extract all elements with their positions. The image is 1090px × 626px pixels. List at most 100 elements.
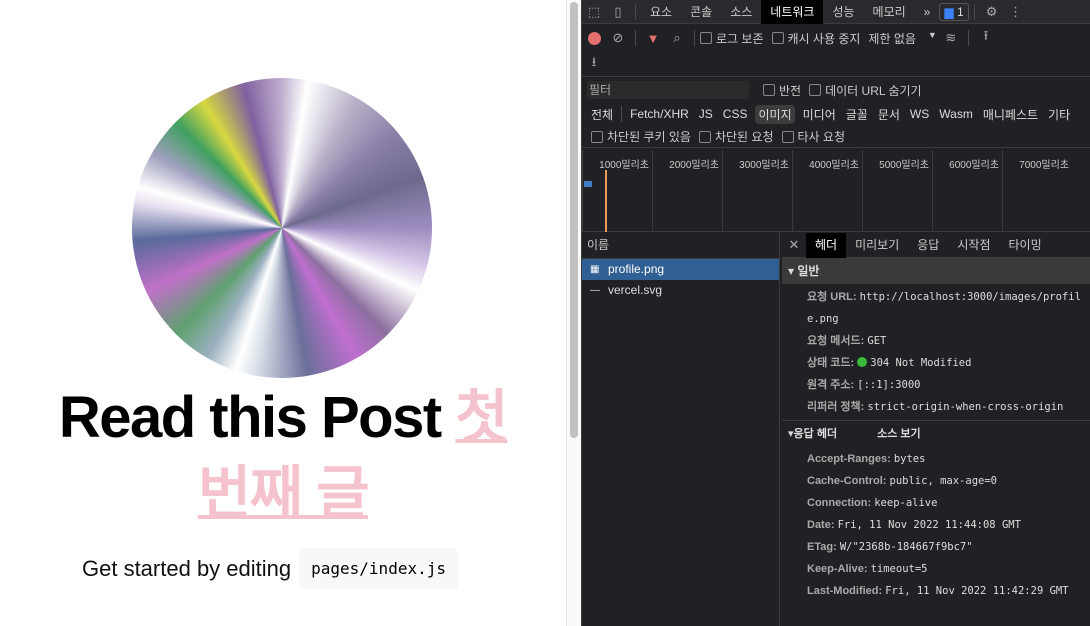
throttle-value: 제한 없음 — [868, 31, 916, 46]
request-name: profile.png — [608, 262, 665, 276]
label: 데이터 URL 숨기기 — [825, 83, 922, 98]
page-scrollbar[interactable] — [566, 0, 581, 626]
status-dot-icon — [857, 357, 868, 367]
hide-data-urls-checkbox[interactable]: 데이터 URL 숨기기 — [809, 82, 922, 99]
general-section: 요청 URL: http://localhost:3000/images/pro… — [782, 284, 1090, 420]
general-section-header[interactable]: ▾ 일반 — [782, 258, 1090, 284]
chevron-down-icon: ▼ — [927, 29, 937, 40]
request-row[interactable]: — vercel.svg — [582, 280, 779, 301]
network-overview-timeline[interactable]: 1000밀리초 2000밀리초 3000밀리초 4000밀리초 5000밀리초 6000밀… — [582, 150, 1090, 232]
tab-1[interactable]: 콘솔 — [681, 0, 721, 24]
upload-icon[interactable]: ⭱ — [978, 28, 994, 46]
label: 캐시 사용 중지 — [787, 31, 861, 46]
type-filter-3[interactable]: CSS — [721, 106, 750, 122]
detail-tab-1[interactable]: 미리보기 — [846, 233, 908, 258]
type-filter-5[interactable]: 미디어 — [801, 105, 838, 124]
header-row: Last-Modified: Fri, 11 Nov 2022 11:42:29… — [807, 580, 1087, 602]
type-filter-10[interactable]: 매니페스트 — [981, 105, 1040, 124]
devtools-tabbar: ⬚ ▯ 요소 콘솔 소스 네트워크 성능 메모리 » ▆ 1 ⚙ ⋮ — [582, 0, 1090, 24]
request-details: ✕ 헤더 미리보기 응답 시작점 타이밍 ▾ 일반 요청 URL: http://loca… — [782, 232, 1090, 626]
download-icon[interactable]: ⭳ — [586, 54, 602, 72]
invert-checkbox[interactable]: 반전 — [763, 82, 801, 99]
blocked-requests-checkbox[interactable]: 차단된 요청 — [698, 128, 774, 145]
filter-icon[interactable]: ▼ — [645, 30, 661, 46]
gear-icon[interactable]: ⚙ — [984, 4, 1000, 20]
devtools-panel: ⬚ ▯ 요소 콘솔 소스 네트워크 성능 메모리 » ▆ 1 ⚙ ⋮ ⊘ ▼ ⌕ 로그 보… — [581, 0, 1090, 626]
view-source-link[interactable]: 소스 보기 — [877, 428, 921, 440]
response-headers-header[interactable]: ▾응답 헤더 소스 보기 — [782, 420, 1090, 446]
type-filter-0[interactable]: 전체 — [589, 105, 615, 124]
network-conditions-icon[interactable]: ≋ — [943, 30, 959, 46]
filter-input[interactable]: 필터 — [587, 81, 749, 99]
header-value: GET — [867, 335, 887, 347]
tab-4[interactable]: 성능 — [823, 0, 863, 24]
type-filter-7[interactable]: 문서 — [876, 105, 902, 124]
blocked-row: 차단된 쿠키 있음 차단된 요청 타사 요청 — [582, 126, 1090, 148]
request-name: vercel.svg — [608, 283, 663, 297]
close-details-icon[interactable]: ✕ — [786, 237, 802, 253]
record-icon[interactable] — [586, 30, 602, 46]
request-list: 이름 ▦ profile.png — vercel.svg — [582, 233, 780, 626]
type-filter-4[interactable]: 이미지 — [755, 104, 795, 124]
scrollbar-thumb[interactable] — [570, 2, 578, 438]
profile-image — [132, 78, 432, 378]
blocked-cookies-checkbox[interactable]: 차단된 쿠키 있음 — [591, 128, 691, 145]
network-toolbar: ⊘ ▼ ⌕ 로그 보존 캐시 사용 중지 제한 없음 ▼ ≋ ⭱ — [582, 25, 1090, 51]
third-party-checkbox[interactable]: 타사 요청 — [781, 128, 845, 145]
label: 차단된 쿠키 있음 — [607, 130, 691, 144]
type-filter-8[interactable]: WS — [908, 106, 931, 122]
more-tabs[interactable]: » — [915, 0, 940, 24]
header-name: Keep-Alive: — [807, 563, 868, 575]
header-row: Keep-Alive: timeout=5 — [807, 558, 928, 580]
detail-tab-4[interactable]: 타이밍 — [999, 233, 1050, 258]
type-filter-2[interactable]: JS — [697, 106, 715, 122]
section-title: 응답 헤더 — [793, 428, 838, 440]
name-column-header[interactable]: 이름 — [582, 233, 779, 259]
header-row: ETag: W/"2368b-184667f9bc7" — [807, 536, 973, 558]
tab-0[interactable]: 요소 — [641, 0, 681, 24]
disable-cache-checkbox[interactable]: 캐시 사용 중지 — [771, 30, 861, 47]
inspect-icon[interactable]: ⬚ — [586, 4, 602, 20]
filter-row: 필터 반전 데이터 URL 숨기기 — [582, 79, 1090, 101]
tab-2[interactable]: 소스 — [721, 0, 761, 24]
header-value: public, max-age=0 — [889, 475, 997, 487]
throttle-select[interactable]: 제한 없음 ▼ — [868, 30, 936, 47]
header-row: Accept-Ranges: bytes — [807, 448, 925, 470]
issues-badge[interactable]: ▆ 1 — [939, 2, 969, 21]
header-name: 상태 코드: — [807, 357, 855, 369]
divider — [694, 30, 695, 46]
header-row: Cache-Control: public, max-age=0 — [807, 470, 997, 492]
header-name: Date: — [807, 519, 835, 531]
type-filter-9[interactable]: Wasm — [937, 106, 975, 122]
image-file-icon: ▦ — [590, 264, 600, 275]
timeline-tick: 5000밀리초 — [862, 150, 932, 232]
timeline-tick: 1000밀리초 — [582, 150, 652, 232]
header-row: 원격 주소: [::1]:3000 — [807, 374, 920, 396]
detail-tab-0[interactable]: 헤더 — [806, 232, 847, 258]
clear-icon[interactable]: ⊘ — [610, 30, 626, 46]
header-value: W/"2368b-184667f9bc7" — [839, 541, 973, 553]
header-name: 리퍼러 정책: — [807, 401, 865, 413]
header-name: 원격 주소: — [807, 379, 855, 391]
more-menu-icon[interactable]: ⋮ — [1008, 4, 1024, 20]
type-filter-1[interactable]: Fetch/XHR — [628, 106, 691, 122]
search-icon[interactable]: ⌕ — [669, 30, 685, 46]
detail-tab-2[interactable]: 응답 — [908, 233, 948, 258]
header-name: 요청 URL: — [807, 291, 857, 303]
device-toggle-icon[interactable]: ▯ — [610, 4, 626, 20]
preserve-log-checkbox[interactable]: 로그 보존 — [700, 30, 764, 47]
type-filters: 전체 Fetch/XHR JS CSS 이미지 미디어 글꼴 문서 WS Wasm 매니페스트 기타 — [582, 103, 1090, 125]
section-title: 일반 — [797, 264, 820, 278]
type-filter-6[interactable]: 글꼴 — [844, 105, 870, 124]
page-title: Read this Post 첫 번째 글 — [0, 380, 566, 532]
request-row[interactable]: ▦ profile.png — [582, 259, 779, 280]
detail-tabs: ✕ 헤더 미리보기 응답 시작점 타이밍 — [782, 232, 1090, 258]
header-name: Last-Modified: — [807, 585, 883, 597]
type-filter-11[interactable]: 기타 — [1046, 105, 1072, 124]
label: 로그 보존 — [716, 31, 764, 46]
tab-5[interactable]: 메모리 — [864, 0, 915, 24]
header-row: Connection: keep-alive — [807, 492, 937, 514]
divider — [973, 3, 975, 20]
tab-3[interactable]: 네트워크 — [761, 0, 824, 24]
detail-tab-3[interactable]: 시작점 — [948, 233, 999, 258]
